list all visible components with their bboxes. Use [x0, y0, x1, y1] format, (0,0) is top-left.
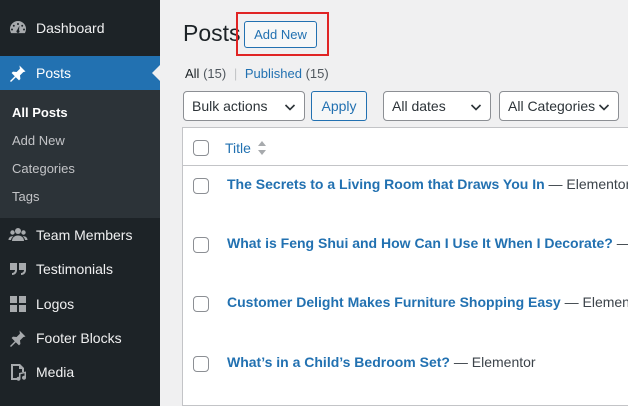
post-status-filter: All (15) | Published (15)	[185, 66, 329, 81]
chevron-down-icon	[598, 100, 610, 112]
posts-table: Title The Secrets to a Living Room that …	[182, 127, 628, 406]
sidebar-item-label: Logos	[36, 296, 75, 312]
admin-sidebar: Dashboard Posts All Posts Add New Catego…	[0, 0, 160, 406]
post-state: —	[613, 235, 628, 251]
bulk-actions-value: Bulk actions	[192, 98, 268, 114]
bulk-actions-select[interactable]: Bulk actions	[183, 91, 305, 121]
sidebar-item-testimonials[interactable]: Testimonials	[0, 252, 160, 286]
sidebar-item-posts[interactable]: Posts	[0, 56, 160, 90]
current-menu-arrow	[152, 65, 160, 81]
table-row: What is Feng Shui and How Can I Use It W…	[183, 235, 628, 297]
sidebar-item-label: Team Members	[36, 227, 133, 243]
sidebar-item-label: Testimonials	[36, 261, 114, 277]
categories-filter-select[interactable]: All Categories	[499, 91, 619, 121]
filter-all-link[interactable]: All	[185, 66, 199, 81]
post-state: — Elementor	[564, 294, 628, 310]
table-row: What’s in a Child’s Bedroom Set? — Eleme…	[183, 354, 628, 406]
table-row: The Secrets to a Living Room that Draws …	[183, 176, 628, 238]
main-content: Posts Add New All (15) | Published (15) …	[160, 0, 628, 406]
sort-icon[interactable]	[257, 140, 267, 156]
post-state: — Elementor	[544, 176, 628, 192]
post-title-link[interactable]: What is Feng Shui and How Can I Use It W…	[227, 235, 613, 251]
add-new-button[interactable]: Add New	[244, 21, 317, 48]
sidebar-item-label: Dashboard	[36, 20, 105, 36]
post-state: — Elementor	[449, 354, 536, 370]
submenu-add-new[interactable]: Add New	[12, 133, 65, 148]
post-title-link[interactable]: What’s in a Child’s Bedroom Set?	[227, 354, 450, 370]
table-row: Customer Delight Makes Furniture Shoppin…	[183, 294, 628, 356]
dates-filter-value: All dates	[392, 98, 446, 114]
filter-published-link[interactable]: Published	[245, 66, 302, 81]
users-icon	[8, 225, 28, 245]
grid-icon	[8, 294, 28, 314]
sidebar-item-dashboard[interactable]: Dashboard	[0, 11, 160, 45]
pin-icon	[8, 328, 28, 348]
row-checkbox[interactable]	[193, 296, 209, 312]
post-title-link[interactable]: Customer Delight Makes Furniture Shoppin…	[227, 294, 561, 310]
dashboard-icon	[8, 18, 28, 38]
table-header: Title	[183, 128, 628, 166]
sidebar-item-team-members[interactable]: Team Members	[0, 218, 160, 252]
sidebar-item-logos[interactable]: Logos	[0, 287, 160, 321]
row-checkbox[interactable]	[193, 356, 209, 372]
sidebar-item-footer-blocks[interactable]: Footer Blocks	[0, 321, 160, 355]
dates-filter-select[interactable]: All dates	[383, 91, 491, 121]
chevron-down-icon	[470, 100, 482, 112]
row-checkbox[interactable]	[193, 178, 209, 194]
categories-filter-value: All Categories	[508, 98, 596, 114]
chevron-down-icon	[284, 100, 296, 112]
media-icon	[8, 362, 28, 382]
pin-icon	[8, 63, 28, 83]
filter-separator: |	[233, 66, 238, 81]
post-title-link[interactable]: The Secrets to a Living Room that Draws …	[227, 176, 545, 192]
quote-icon	[8, 259, 28, 279]
row-checkbox[interactable]	[193, 237, 209, 253]
sidebar-item-label: Media	[36, 364, 75, 380]
apply-button[interactable]: Apply	[311, 91, 367, 121]
submenu-all-posts[interactable]: All Posts	[12, 105, 68, 120]
select-all-checkbox[interactable]	[193, 140, 209, 156]
sidebar-item-label: Footer Blocks	[36, 330, 122, 346]
filter-all-count: (15)	[203, 66, 227, 81]
submenu-tags[interactable]: Tags	[12, 189, 39, 204]
title-column-header[interactable]: Title	[225, 140, 251, 156]
sidebar-item-media[interactable]: Media	[0, 355, 160, 389]
page-title: Posts	[183, 20, 241, 46]
posts-submenu: All Posts Add New Categories Tags	[0, 90, 160, 218]
sidebar-item-label: Posts	[36, 65, 72, 81]
filter-published-count: (15)	[305, 66, 329, 81]
submenu-categories[interactable]: Categories	[12, 161, 75, 176]
